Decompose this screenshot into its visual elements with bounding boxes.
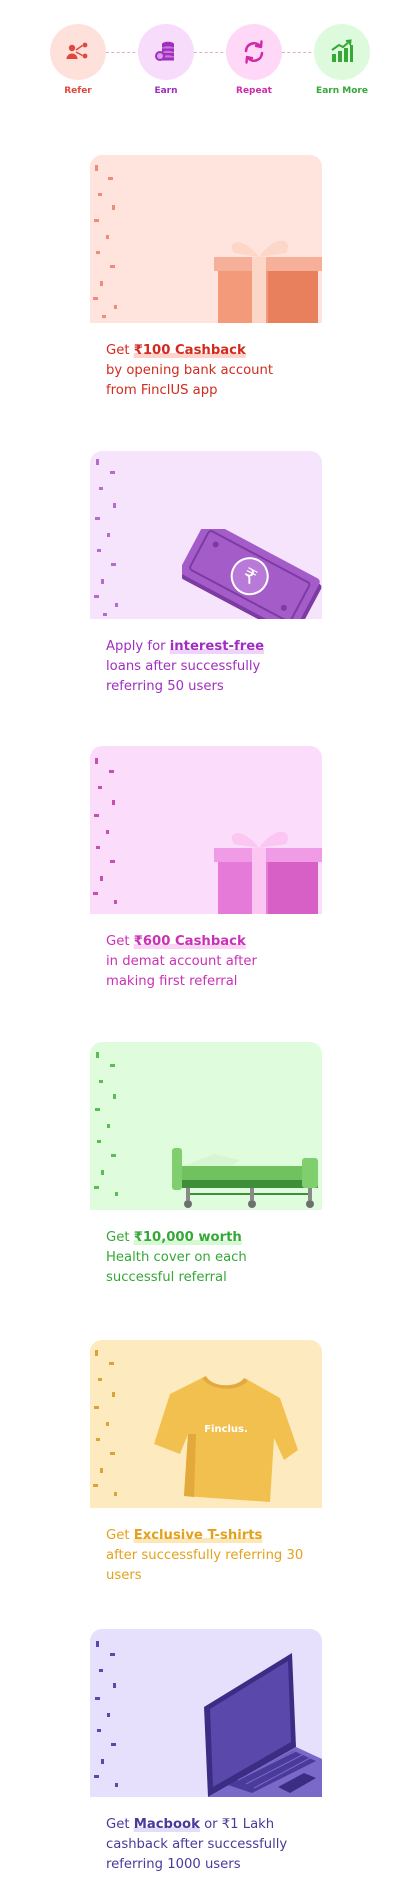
- reward-pre: Get: [106, 1230, 134, 1245]
- reward-card-exclusive-tshirts[interactable]: Finclus. Get Exclusive T-shirts after su…: [90, 1340, 322, 1586]
- reward-pre: Get: [106, 934, 134, 949]
- step-refer: Refer: [48, 24, 108, 96]
- confetti-decoration: [93, 758, 117, 904]
- tshirt-brand-text: Finclus.: [204, 1424, 248, 1435]
- step-label: Earn More: [316, 86, 368, 96]
- confetti-decoration: [93, 165, 117, 318]
- reward-card-macbook[interactable]: Get Macbook or ₹1 Lakh cashback after su…: [90, 1629, 322, 1875]
- reward-hero: ₹: [90, 451, 322, 619]
- reward-description: Health cover on each successful referral: [106, 1250, 247, 1285]
- reward-highlight: Macbook: [133, 1817, 200, 1832]
- reward-highlight: ₹100 Cashback: [133, 343, 246, 358]
- reward-pre: Get: [106, 1528, 134, 1543]
- reward-description: by opening bank account from FinclUS app: [106, 363, 274, 398]
- reward-pre: Apply for: [106, 639, 170, 654]
- step-label: Refer: [64, 86, 92, 96]
- confetti-decoration: [93, 1350, 117, 1496]
- step-earn-more: Earn More: [312, 24, 372, 96]
- reward-hero: [90, 1042, 322, 1210]
- reward-inline-text: or ₹1 Lakh: [199, 1817, 275, 1832]
- step-repeat: Repeat: [224, 24, 284, 96]
- gift-box-icon: [214, 831, 322, 914]
- reward-highlight: interest-free: [169, 639, 265, 654]
- repeat-icon: [226, 24, 282, 80]
- reward-hero: [90, 1629, 322, 1797]
- reward-hero: [90, 155, 322, 323]
- reward-card-cashback-600[interactable]: Get ₹600 Cashback in demat account after…: [90, 746, 322, 992]
- gift-box-icon: [214, 240, 322, 323]
- confetti-decoration: [94, 1052, 118, 1196]
- confetti-decoration: [94, 1641, 118, 1787]
- cash-note-icon: ₹: [182, 529, 322, 619]
- laptop-icon: [204, 1653, 322, 1797]
- reward-hero: Finclus.: [90, 1340, 322, 1508]
- growth-chart-icon: [314, 24, 370, 80]
- tshirt-icon: Finclus.: [154, 1376, 298, 1502]
- step-label: Earn: [154, 86, 178, 96]
- reward-highlight: ₹600 Cashback: [133, 934, 246, 949]
- step-label: Repeat: [236, 86, 272, 96]
- reward-hero: [90, 746, 322, 914]
- reward-description: after successfully referring 30 users: [106, 1548, 304, 1583]
- reward-pre: Get: [106, 1817, 134, 1832]
- reward-card-interest-free-loans[interactable]: ₹ Apply for interest-free loans after su…: [90, 451, 322, 697]
- reward-card-health-cover[interactable]: Get ₹10,000 worth Health cover on each s…: [90, 1042, 322, 1288]
- reward-pre: Get: [106, 343, 134, 358]
- reward-card-cashback-100[interactable]: Get ₹100 Cashback by opening bank accoun…: [90, 155, 322, 401]
- reward-description: loans after successfully referring 50 us…: [106, 659, 261, 694]
- confetti-decoration: [94, 459, 118, 616]
- reward-highlight: ₹10,000 worth: [133, 1230, 242, 1245]
- referral-steps: Refer Earn Repeat Earn More: [46, 24, 370, 104]
- reward-description: in demat account after making first refe…: [106, 954, 257, 989]
- reward-highlight: Exclusive T-shirts: [133, 1528, 263, 1543]
- step-earn: Earn: [136, 24, 196, 96]
- hospital-bed-icon: [172, 1148, 318, 1208]
- coins-icon: [138, 24, 194, 80]
- refer-icon: [50, 24, 106, 80]
- reward-description: cashback after successfully referring 10…: [106, 1837, 288, 1872]
